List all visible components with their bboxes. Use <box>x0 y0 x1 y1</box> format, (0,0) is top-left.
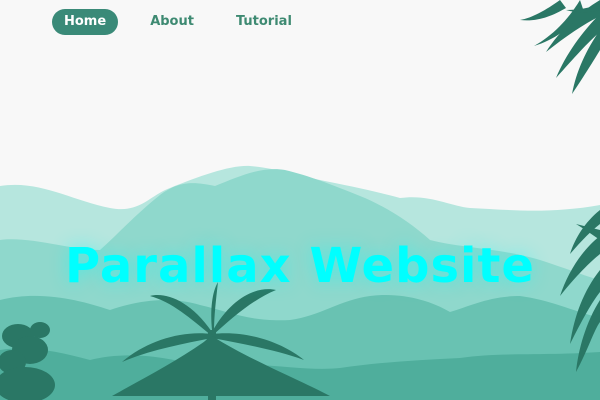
left-tree <box>0 322 55 400</box>
main-nav: Home About Tutorial <box>52 9 304 35</box>
top-right-palm <box>520 0 600 94</box>
hero-title: Parallax Website <box>65 238 535 294</box>
center-palm <box>112 282 330 400</box>
nav-home-link[interactable]: Home <box>52 9 119 35</box>
nav-tutorial-link[interactable]: Tutorial <box>224 9 304 35</box>
nav-about-link[interactable]: About <box>138 9 206 35</box>
parallax-scene: Parallax Website Home About Tutorial <box>0 0 600 400</box>
foreground-foliage-layer <box>0 0 600 400</box>
